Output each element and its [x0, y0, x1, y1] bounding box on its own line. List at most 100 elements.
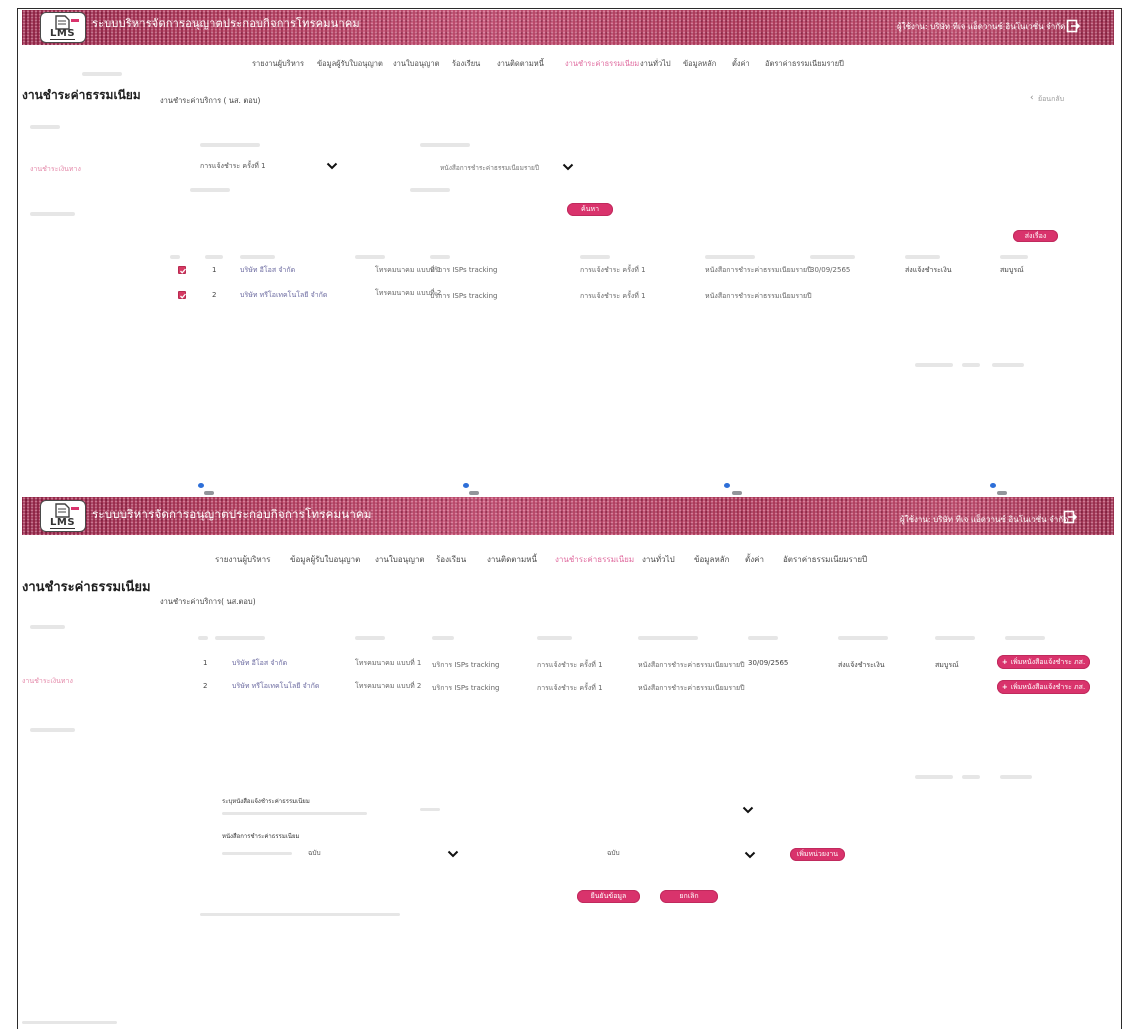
table-header-cell — [935, 636, 975, 640]
sidebar-item-payment[interactable]: งานชำระเงินทาง — [22, 678, 73, 685]
cancel-button[interactable]: ยกเลิก — [660, 890, 718, 903]
chevron-down-icon[interactable] — [742, 806, 754, 814]
table-header-cell — [432, 636, 454, 640]
licensee-name[interactable]: บริษัท อีโอส จำกัด — [232, 660, 287, 667]
lms-logo[interactable]: LMS — [40, 12, 86, 43]
row-checkbox[interactable] — [178, 291, 186, 299]
page-title: งานชำระค่าธรรมเนียม — [22, 88, 141, 102]
chevron-down-icon[interactable] — [326, 162, 338, 170]
copies-select-right[interactable]: ฉบับ — [607, 850, 620, 857]
row-number: 2 — [203, 682, 208, 690]
nav-license-work[interactable]: งานใบอนุญาต — [375, 556, 425, 564]
back-link[interactable]: ย้อนกลับ — [1038, 96, 1064, 103]
page-title: งานชำระค่าธรรมเนียม — [22, 580, 151, 595]
nav-license-work[interactable]: งานใบอนุญาต — [393, 60, 440, 68]
table-header-cell — [355, 636, 385, 640]
nav-complaint[interactable]: ร้องเรียน — [452, 60, 480, 68]
add-agency-button[interactable]: เพิ่มหน่วยงาน — [790, 848, 845, 861]
add-payment-notice-button[interactable]: + เพิ่มหนังสือแจ้งชำระ ภส. — [997, 680, 1090, 694]
copies-select-left[interactable]: ฉบับ — [308, 850, 321, 857]
job-type-select[interactable]: การแจ้งชำระ ครั้งที่ 1 — [200, 163, 266, 170]
nav-licensee-info[interactable]: ข้อมูลผู้รับใบอนุญาต — [317, 60, 383, 68]
scan-mark — [463, 483, 469, 488]
logout-icon[interactable] — [1063, 510, 1077, 524]
notice-date: 30/09/2565 — [748, 659, 789, 667]
search-button[interactable]: ค้นหา — [567, 203, 613, 216]
nav-executive-report[interactable]: รายงานผู้บริหาร — [215, 556, 270, 564]
nav-general[interactable]: งานทั่วไป — [642, 556, 675, 564]
document-type: หนังสือการชำระค่าธรรมเนียมรายปี — [705, 292, 812, 300]
confirm-button[interactable]: ยืนยันข้อมูล — [577, 890, 640, 903]
scan-mark — [990, 483, 996, 488]
sidebar-item-payment[interactable]: งานชำระเงินทาง — [30, 166, 81, 173]
nav-debt-tracking[interactable]: งานติดตามหนี้ — [497, 60, 544, 68]
scan-mark — [198, 483, 204, 488]
table-header-cell — [240, 255, 275, 259]
nav-licensee-info[interactable]: ข้อมูลผู้รับใบอนุญาต — [290, 556, 360, 564]
pagination[interactable] — [915, 363, 953, 367]
job-type: การแจ้งชำระ ครั้งที่ 1 — [580, 266, 646, 274]
pagination[interactable] — [1000, 775, 1032, 779]
add-payment-notice-label: เพิ่มหนังสือแจ้งชำระ ภส. — [1010, 683, 1086, 691]
add-payment-notice-label: เพิ่มหนังสือแจ้งชำระ ภส. — [1010, 658, 1086, 666]
table-header-cell — [215, 636, 265, 640]
chevron-down-icon[interactable] — [562, 163, 574, 171]
notice-field-label: ระบุหนังสือแจ้งชำระค่าธรรมเนียม — [222, 798, 310, 805]
table-header-cell — [355, 255, 385, 259]
lms-logo[interactable]: LMS — [40, 500, 86, 532]
nav-fee-payment[interactable]: งานชำระค่าธรรมเนียม — [555, 556, 634, 564]
service-name: บริการ ISPs tracking — [430, 266, 498, 274]
chevron-left-icon[interactable]: ‹ — [1030, 94, 1034, 103]
illegible-text — [222, 852, 292, 855]
license-type: โทรคมนาคม แบบที่ 2 — [355, 682, 422, 690]
chevron-down-icon[interactable] — [447, 850, 459, 858]
table-header-cell — [1005, 636, 1045, 640]
document-type: หนังสือการชำระค่าธรรมเนียมรายปี — [638, 661, 745, 669]
nav-fee-payment[interactable]: งานชำระค่าธรรมเนียม — [565, 60, 639, 68]
document-select[interactable]: หนังสือการชำระค่าธรรมเนียมรายปี — [440, 165, 539, 172]
job-type: การแจ้งชำระ ครั้งที่ 1 — [537, 661, 603, 669]
job-type: การแจ้งชำระ ครั้งที่ 1 — [580, 292, 646, 300]
nav-executive-report[interactable]: รายงานผู้บริหาร — [252, 60, 304, 68]
table-header-cell — [838, 636, 888, 640]
pagination[interactable] — [962, 775, 980, 779]
nav-master-data[interactable]: ข้อมูลหลัก — [683, 60, 716, 68]
scan-mark — [997, 491, 1007, 495]
pagination[interactable] — [992, 363, 1024, 367]
notice-date: 30/09/2565 — [810, 266, 851, 274]
row-number: 1 — [212, 266, 217, 274]
add-payment-notice-button[interactable]: + เพิ่มหนังสือแจ้งชำระ ภส. — [997, 655, 1090, 669]
nav-annual-fee-rate[interactable]: อัตราค่าธรรมเนียมรายปี — [765, 60, 844, 68]
table-header-cell — [205, 255, 223, 259]
service-name: บริการ ISPs tracking — [432, 661, 500, 669]
status-text: ส่งแจ้งชำระเงิน — [905, 266, 952, 274]
nav-annual-fee-rate[interactable]: อัตราค่าธรรมเนียมรายปี — [783, 556, 867, 564]
table-header-cell — [170, 255, 180, 259]
pagination[interactable] — [915, 775, 953, 779]
pagination[interactable] — [962, 363, 980, 367]
row-checkbox[interactable] — [178, 266, 186, 274]
notice-select[interactable] — [222, 812, 367, 815]
table-header-cell — [748, 636, 778, 640]
illegible-text — [82, 72, 122, 76]
plus-icon: + — [1001, 683, 1008, 691]
nav-debt-tracking[interactable]: งานติดตามหนี้ — [487, 556, 537, 564]
logout-icon[interactable] — [1066, 19, 1080, 33]
send-button[interactable]: ส่งเรื่อง — [1013, 230, 1058, 242]
nav-complaint[interactable]: ร้องเรียน — [436, 556, 466, 564]
illegible-text — [30, 728, 75, 732]
table-header-cell — [1000, 255, 1028, 259]
current-user: ผู้ใช้งาน: บริษัท ทีเจ แอ็ดวานซ์ อินโนเว… — [900, 515, 1069, 524]
nav-master-data[interactable]: ข้อมูลหลัก — [694, 556, 729, 564]
licensee-name[interactable]: บริษัท ทรีโอเทคโนโลยี จำกัด — [240, 292, 327, 299]
logo-text: LMS — [50, 28, 76, 40]
scan-mark — [469, 491, 479, 495]
nav-general[interactable]: งานทั่วไป — [640, 60, 671, 68]
nav-settings[interactable]: ตั้งค่า — [732, 60, 750, 68]
licensee-name[interactable]: บริษัท ทรีโอเทคโนโลยี จำกัด — [232, 683, 319, 690]
licensee-name[interactable]: บริษัท อีโอส จำกัด — [240, 267, 295, 274]
chevron-down-icon[interactable] — [744, 851, 756, 859]
nav-settings[interactable]: ตั้งค่า — [745, 556, 764, 564]
illegible-text — [190, 188, 230, 192]
service-name: บริการ ISPs tracking — [432, 684, 500, 692]
